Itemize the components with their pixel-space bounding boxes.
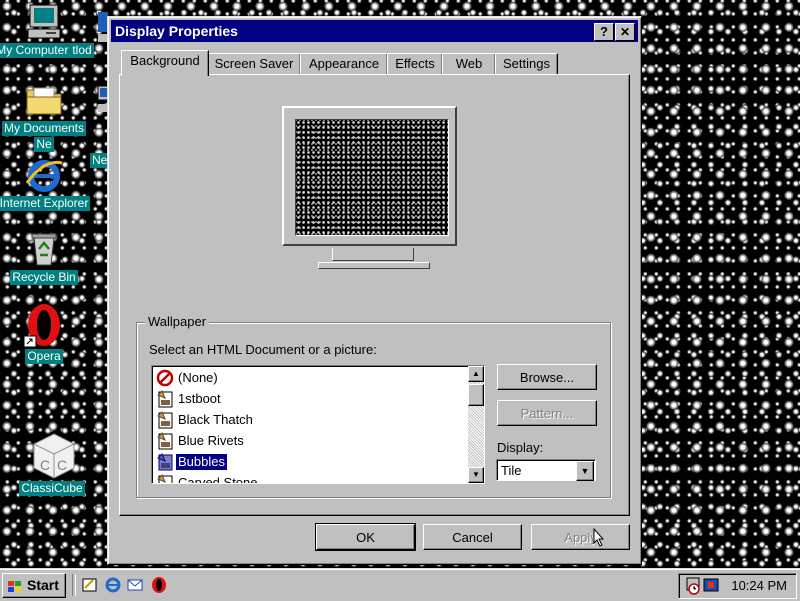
opera-icon[interactable]: [150, 576, 168, 594]
monitor-base: [318, 262, 430, 269]
list-item[interactable]: Blue Rivets: [156, 431, 466, 451]
cancel-button-label: Cancel: [452, 530, 493, 545]
tab-screen-saver[interactable]: Screen Saver: [207, 53, 301, 74]
monitor-preview: [282, 106, 457, 246]
start-button[interactable]: Start: [2, 573, 66, 598]
tab-effects[interactable]: Effects: [387, 53, 443, 74]
display-mode-value: Tile: [501, 463, 522, 478]
list-item[interactable]: 1stboot: [156, 389, 466, 409]
desktop-icon-label: My Computer: [0, 43, 71, 58]
desktop-icon-overlap: tlod: [70, 43, 94, 58]
scheduler-icon[interactable]: [684, 576, 704, 596]
list-item-label: (None): [178, 370, 218, 385]
folder-documents-icon: [24, 80, 64, 120]
tab-settings[interactable]: Settings: [495, 53, 558, 74]
recycle-bin-icon: [24, 229, 64, 269]
window-title: Display Properties: [115, 23, 238, 39]
show-desktop-icon[interactable]: [81, 576, 99, 594]
wallpaper-group-label: Wallpaper: [145, 314, 210, 329]
taskbar: Start 10:24 PM: [0, 568, 800, 601]
desktop-icon-label: My Documents: [1, 121, 87, 136]
paint-image-icon: [156, 432, 174, 450]
browse-button-label: Browse...: [519, 370, 575, 385]
pattern-button[interactable]: Pattern...: [497, 400, 597, 426]
mouse-cursor-icon: [593, 527, 605, 547]
apply-button-label: Apply: [564, 530, 597, 545]
list-item[interactable]: Carved Stone: [156, 473, 466, 484]
paint-image-icon: [156, 474, 174, 483]
wallpaper-list[interactable]: (None) 1stboot Black Thatch Blue Rivets …: [151, 365, 485, 484]
list-scrollbar[interactable]: ▲ ▼: [468, 366, 484, 483]
internet-explorer-icon: [24, 155, 64, 195]
outlook-express-icon[interactable]: [126, 576, 144, 594]
desktop-icon-label: Opera: [25, 349, 63, 364]
paint-image-icon: [156, 390, 174, 408]
wallpaper-prompt: Select an HTML Document or a picture:: [149, 342, 377, 357]
svg-text:C: C: [40, 457, 50, 473]
clock[interactable]: 10:24 PM: [731, 578, 787, 593]
list-item[interactable]: Black Thatch: [156, 410, 466, 430]
tab-label: Effects: [395, 56, 435, 71]
scroll-down-button[interactable]: ▼: [468, 467, 484, 483]
paint-image-icon: [156, 411, 174, 429]
tab-web[interactable]: Web: [442, 53, 496, 74]
tab-label: Appearance: [308, 56, 380, 71]
volume-icon[interactable]: [703, 577, 721, 595]
wallpaper-preview: [295, 119, 449, 236]
list-item[interactable]: (None): [156, 368, 466, 388]
list-item-label: Black Thatch: [178, 412, 253, 427]
desktop-icon-label: Internet Explorer: [0, 196, 91, 211]
list-item-label: 1stboot: [178, 391, 221, 406]
display-mode-select[interactable]: Tile ▼: [496, 459, 596, 481]
pattern-button-label: Pattern...: [520, 406, 574, 421]
desktop-icon-opera[interactable]: Opera: [0, 303, 94, 364]
scroll-thumb[interactable]: [468, 384, 484, 406]
desktop-icon-recycle-bin[interactable]: Recycle Bin: [0, 229, 94, 285]
windows-logo-icon: [7, 578, 23, 592]
tab-background[interactable]: Background: [121, 50, 209, 76]
desktop-icon-label: ClassiCube: [19, 481, 85, 496]
none-icon: [156, 369, 174, 387]
tab-label: Web: [455, 56, 483, 71]
start-label: Start: [27, 577, 59, 593]
computer-icon: [24, 2, 64, 42]
desktop-icon-classicube[interactable]: C C ClassiCube: [2, 432, 102, 496]
display-properties-window: Display Properties ? ✕ Background Screen…: [107, 16, 642, 565]
opera-icon: [23, 303, 64, 348]
cancel-button[interactable]: Cancel: [423, 524, 522, 550]
tab-label: Settings: [503, 56, 550, 71]
browse-button[interactable]: Browse...: [497, 364, 597, 390]
help-button[interactable]: ?: [594, 23, 614, 41]
apply-button[interactable]: Apply: [531, 524, 630, 550]
internet-explorer-icon[interactable]: [104, 576, 122, 594]
list-item-label: Bubbles: [175, 453, 228, 471]
tab-appearance[interactable]: Appearance: [300, 53, 388, 74]
close-button[interactable]: ✕: [615, 23, 635, 41]
list-item-label: Blue Rivets: [178, 433, 244, 448]
classicube-icon: C C: [32, 432, 75, 480]
desktop-icon-my-documents[interactable]: My DocumentsNe Neigh: [0, 80, 126, 168]
ok-button[interactable]: OK: [315, 523, 416, 551]
desktop-icon-overlap: Ne: [34, 137, 54, 152]
tab-label: Background: [130, 53, 200, 68]
monitor-stand: [332, 248, 414, 261]
system-tray: 10:24 PM: [678, 573, 797, 599]
list-item-selected[interactable]: Bubbles: [156, 452, 466, 472]
desktop-icon-internet-explorer[interactable]: Internet Explorer: [0, 155, 94, 211]
desktop-icon-label: Recycle Bin: [10, 270, 78, 285]
scroll-up-button[interactable]: ▲: [468, 366, 484, 382]
list-item-label: Carved Stone: [178, 475, 258, 484]
display-mode-label: Display:: [497, 440, 544, 455]
title-bar[interactable]: Display Properties ? ✕: [111, 20, 638, 42]
desktop-icon-my-computer[interactable]: My Computer tlod: [0, 2, 94, 58]
chevron-down-icon[interactable]: ▼: [576, 461, 594, 481]
svg-text:C: C: [57, 457, 67, 473]
ok-button-label: OK: [356, 530, 375, 545]
tab-label: Screen Saver: [214, 56, 294, 71]
paint-image-icon: [156, 453, 174, 471]
quick-launch-separator: [72, 574, 76, 596]
